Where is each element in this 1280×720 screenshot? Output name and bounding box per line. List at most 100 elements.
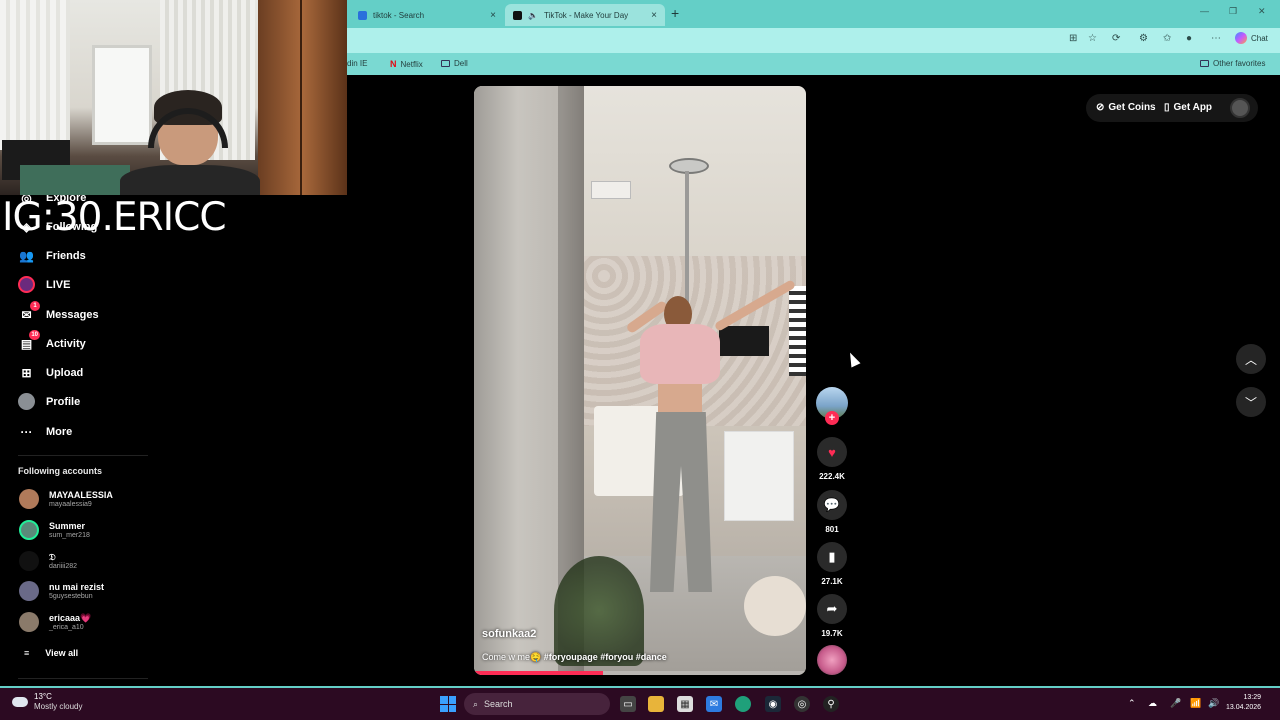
apps-icon[interactable]: ⊞ <box>1069 33 1077 44</box>
video-ceiling-light <box>591 181 631 199</box>
close-tab-icon[interactable]: × <box>490 10 496 21</box>
extensions-icon[interactable]: ⚙ <box>1139 33 1148 44</box>
streamer-body <box>120 165 260 195</box>
video-hashtags[interactable]: #foryoupage #foryou #dance <box>544 652 667 662</box>
edge-icon[interactable] <box>735 696 751 712</box>
tab-label: TikTok - Make Your Day <box>543 10 629 20</box>
store-icon[interactable]: ▦ <box>677 696 693 712</box>
volume-icon[interactable]: 🔊 <box>1208 698 1219 709</box>
nav-friends[interactable]: 👥 Friends <box>18 247 86 264</box>
speaker-icon: 🔈 <box>528 10 538 20</box>
account-handle: mayaalessia9 <box>49 500 92 508</box>
new-tab-button[interactable]: + <box>671 5 679 21</box>
wifi-icon[interactable]: 📶 <box>1190 698 1201 709</box>
live-icon <box>18 276 35 293</box>
app-icon[interactable]: ⚲ <box>823 696 839 712</box>
favorite-star-icon[interactable]: ☆ <box>1088 33 1097 44</box>
bookmark-label: Dell <box>454 59 468 68</box>
get-coins-button[interactable]: ⊘ Get Coins <box>1096 102 1156 113</box>
show-hidden-icons[interactable]: ⌃ <box>1128 698 1136 709</box>
get-app-label: Get App <box>1173 102 1213 113</box>
video-description: Come w me🤤 #foryoupage #foryou #dance <box>482 652 667 663</box>
heart-icon: ♥ <box>817 437 847 467</box>
copilot-chat-button[interactable]: Chat <box>1235 32 1268 44</box>
next-video-button[interactable]: ﹀ <box>1236 387 1266 417</box>
comment-button[interactable]: 💬 801 <box>817 490 847 534</box>
user-profile-icon[interactable]: ● <box>1186 33 1192 44</box>
following-account[interactable]: MAYAALESSIA mayaalessia9 <box>19 489 113 509</box>
video-progress-fill <box>474 671 604 675</box>
following-account[interactable]: ericaaa💗 _erica_a10 <box>19 612 91 632</box>
video-rug <box>744 576 806 636</box>
bookmark-item[interactable]: din IE <box>347 59 367 68</box>
avatar <box>19 612 39 632</box>
activity-badge: 10 <box>29 330 40 340</box>
microphone-icon[interactable]: 🎤 <box>1170 698 1181 709</box>
nav-upload[interactable]: ⊞ Upload <box>18 364 83 381</box>
close-window-icon[interactable]: ✕ <box>1258 6 1266 17</box>
refresh-icon[interactable]: ⟳ <box>1112 33 1120 44</box>
share-count: 19.7K <box>821 629 843 638</box>
previous-video-button[interactable]: ︿ <box>1236 344 1266 374</box>
like-button[interactable]: ♥ 222.4K <box>817 437 847 481</box>
upload-icon: ⊞ <box>21 365 32 380</box>
nav-profile[interactable]: Profile <box>18 393 80 410</box>
get-app-button[interactable]: ▯ Get App <box>1164 102 1212 113</box>
weather-temp: 13°C <box>34 692 52 701</box>
minimize-icon[interactable]: — <box>1200 6 1209 16</box>
nav-activity[interactable]: ▤ 10 Activity <box>18 330 86 352</box>
comment-icon: 💬 <box>817 490 847 520</box>
file-explorer-icon[interactable] <box>648 696 664 712</box>
video-progress-bar[interactable] <box>474 671 806 675</box>
share-button[interactable]: ➦ 19.7K <box>817 594 847 638</box>
webcam-overlay <box>0 0 347 195</box>
app-icon[interactable]: ◎ <box>794 696 810 712</box>
weather-widget[interactable]: 13°C Mostly cloudy <box>12 692 82 712</box>
following-account[interactable]: Summer sum_mer218 <box>19 520 90 540</box>
following-account[interactable]: 𝔇dariiii282 <box>19 551 77 571</box>
account-name: nu mai rezist <box>49 581 105 592</box>
account-handle: 5guysestebun <box>49 592 93 600</box>
other-favorites-label: Other favorites <box>1213 59 1266 68</box>
taskbar-search[interactable]: ⌕ Search <box>464 693 610 715</box>
network-app-icon[interactable]: ☁ <box>1148 698 1157 709</box>
windows-start-icon[interactable] <box>440 696 456 712</box>
following-account[interactable]: nu mai rezist 5guysestebun <box>19 581 104 601</box>
task-view-icon[interactable]: ▭ <box>620 696 636 712</box>
other-favorites[interactable]: Other favorites <box>1200 59 1265 68</box>
steam-icon[interactable]: ◉ <box>765 696 781 712</box>
search-icon <box>358 10 367 20</box>
video-blind <box>789 286 806 376</box>
favorites-icon[interactable]: ✩ <box>1163 33 1171 44</box>
nav-live[interactable]: LIVE <box>18 276 70 293</box>
video-lamp <box>669 158 709 174</box>
account-handle: _erica_a10 <box>49 623 84 631</box>
tab-tiktok-home[interactable]: 🔈 TikTok - Make Your Day × <box>505 4 665 26</box>
room-window <box>92 45 152 145</box>
copilot-icon <box>1235 32 1247 44</box>
follow-plus-icon[interactable]: + <box>825 411 839 425</box>
system-clock[interactable]: 13:29 13.04.2026 <box>1226 693 1261 713</box>
nav-more[interactable]: ··· More <box>18 423 73 440</box>
menu-dots-icon[interactable]: ⋯ <box>1211 33 1221 44</box>
nav-label: More <box>46 425 73 438</box>
tab-tiktok-search[interactable]: tiktok - Search × <box>350 4 504 26</box>
bookmark-dell[interactable]: Dell <box>441 59 468 68</box>
divider <box>18 678 148 679</box>
friends-icon: 👥 <box>19 248 34 263</box>
messages-icon: ✉ 1 <box>18 301 40 323</box>
chevron-down-icon: ﹀ <box>1244 395 1257 410</box>
folder-icon <box>1200 60 1209 67</box>
video-player[interactable]: sofunkaa2 Come w me🤤 #foryoupage #foryou… <box>474 86 806 675</box>
video-username[interactable]: sofunkaa2 <box>482 628 536 640</box>
outlook-icon[interactable]: ✉ <box>706 696 722 712</box>
nav-messages[interactable]: ✉ 1 Messages <box>18 301 99 323</box>
weather-desc: Mostly cloudy <box>34 702 83 711</box>
view-all-button[interactable]: ≡ View all <box>24 648 78 658</box>
restore-icon[interactable]: ❐ <box>1229 6 1237 17</box>
close-tab-icon[interactable]: × <box>651 10 657 21</box>
bookmark-netflix[interactable]: N Netflix <box>390 59 423 69</box>
music-disc-icon[interactable] <box>817 645 847 675</box>
account-avatar[interactable] <box>1230 98 1250 118</box>
save-button[interactable]: ▮ 27.1K <box>817 542 847 586</box>
